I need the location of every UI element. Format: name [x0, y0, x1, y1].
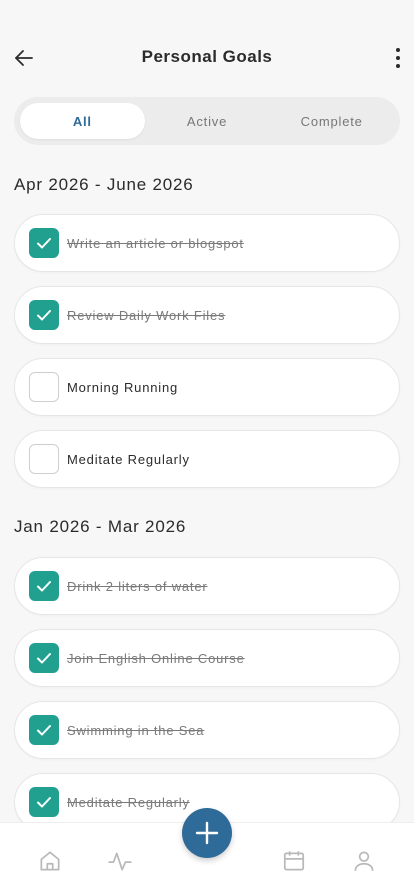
calendar-icon	[283, 851, 305, 871]
goal-list: Write an article or blogspot Review Dail…	[14, 214, 400, 502]
goal-checkbox[interactable]	[29, 300, 59, 330]
goal-item[interactable]: Write an article or blogspot	[14, 214, 400, 272]
goal-checkbox[interactable]	[29, 444, 59, 474]
goal-label: Drink 2 liters of water	[67, 578, 208, 594]
more-options-button[interactable]	[386, 42, 410, 74]
goal-label: Morning Running	[67, 379, 179, 395]
nav-profile[interactable]	[350, 847, 378, 875]
goal-label: Write an article or blogspot	[67, 235, 244, 251]
header: Personal Goals	[0, 30, 414, 86]
goal-item[interactable]: Drink 2 liters of water	[14, 557, 400, 615]
tab-complete[interactable]: Complete	[269, 103, 394, 139]
goal-label: Review Daily Work Files	[67, 307, 226, 323]
goal-checkbox[interactable]	[29, 787, 59, 817]
user-icon	[354, 851, 374, 871]
goal-checkbox[interactable]	[29, 571, 59, 601]
tab-active[interactable]: Active	[145, 103, 270, 139]
goal-label: Join English Online Course	[67, 650, 245, 666]
goal-label: Swimming in the Sea	[67, 722, 205, 738]
more-vertical-icon	[396, 48, 400, 68]
page-title: Personal Goals	[141, 47, 273, 66]
goal-checkbox[interactable]	[29, 372, 59, 402]
checkmark-icon	[37, 238, 51, 249]
goal-item[interactable]: Morning Running	[14, 358, 400, 416]
filter-tabs: All Active Complete	[14, 97, 400, 145]
checkmark-icon	[37, 310, 51, 321]
nav-home[interactable]	[36, 847, 64, 875]
goal-item[interactable]: Join English Online Course	[14, 629, 400, 687]
section-title: Apr 2026 - June 2026	[14, 175, 194, 194]
goal-label: Meditate Regularly	[67, 451, 190, 467]
goal-checkbox[interactable]	[29, 643, 59, 673]
screen: Personal Goals All Active Complete Apr 2…	[0, 0, 414, 896]
nav-activity[interactable]	[106, 847, 134, 875]
checkmark-icon	[37, 653, 51, 664]
checkmark-icon	[37, 797, 51, 808]
goal-label: Meditate Regularly	[67, 794, 190, 810]
goal-item[interactable]: Review Daily Work Files	[14, 286, 400, 344]
goal-item[interactable]: Swimming in the Sea	[14, 701, 400, 759]
goal-list: Drink 2 liters of water Join English Onl…	[14, 557, 400, 845]
section-title: Jan 2026 - Mar 2026	[14, 517, 187, 536]
checkmark-icon	[37, 581, 51, 592]
nav-calendar[interactable]	[280, 847, 308, 875]
goal-checkbox[interactable]	[29, 715, 59, 745]
home-icon	[40, 851, 60, 871]
plus-icon	[195, 821, 219, 845]
activity-icon	[108, 852, 132, 871]
goal-item[interactable]: Meditate Regularly	[14, 430, 400, 488]
goal-checkbox[interactable]	[29, 228, 59, 258]
tab-all[interactable]: All	[20, 103, 145, 139]
add-goal-button[interactable]	[182, 808, 232, 858]
checkmark-icon	[37, 725, 51, 736]
